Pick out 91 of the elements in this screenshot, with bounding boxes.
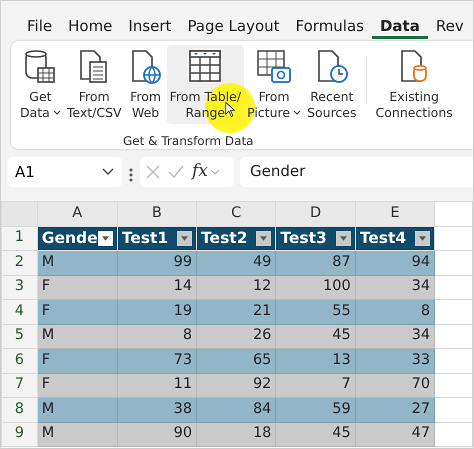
row-header[interactable]: 6	[2, 348, 38, 373]
row-header[interactable]: 4	[2, 300, 38, 324]
row-header[interactable]: 1	[2, 226, 38, 250]
table-cell: 94	[355, 250, 435, 275]
table-cell: 87	[276, 250, 356, 275]
row-header[interactable]: 9	[2, 422, 38, 446]
table-cell: 70	[355, 373, 435, 398]
table-cell: 19	[117, 300, 197, 324]
table-cell: 47	[355, 422, 435, 446]
table-cell: F	[37, 373, 118, 398]
table-cell: 99	[117, 250, 197, 275]
table-cell: 11	[117, 373, 197, 398]
ribbon-icon	[187, 47, 224, 85]
caret-icon	[260, 236, 268, 241]
table-cell: 65	[196, 348, 276, 373]
menu-tab[interactable]: Rev	[428, 5, 472, 39]
table-cell: 21	[196, 300, 276, 324]
column-header[interactable]: B	[117, 202, 197, 226]
caret-icon	[52, 110, 61, 116]
chevron-icon	[102, 168, 114, 176]
table-cell: F	[37, 348, 118, 373]
table-cell: 8	[355, 300, 435, 324]
row-header[interactable]: 8	[2, 398, 38, 422]
table-cell: 13	[276, 348, 356, 373]
group-label: Get & Transform Data	[122, 132, 254, 150]
column-header[interactable]: D	[276, 202, 356, 226]
ribbon-button[interactable]: Get Data	[17, 45, 64, 124]
table-cell: M	[37, 422, 118, 446]
menu-tab[interactable]: Page Layout	[179, 5, 288, 39]
menu-tab[interactable]: File	[19, 5, 60, 39]
table-header-cell-text: Test3	[280, 228, 327, 249]
table-cell: 45	[276, 422, 356, 446]
filter-button[interactable]	[415, 230, 430, 246]
table-cell: M	[37, 324, 118, 348]
row-header[interactable]: 7	[2, 373, 38, 398]
caret-icon	[340, 236, 347, 241]
table-cell: 33	[355, 348, 435, 373]
caret-icon	[293, 110, 302, 116]
table-header-cell-text: Test4	[360, 228, 406, 249]
table-cell: 90	[117, 422, 197, 446]
column-header[interactable]: E	[355, 202, 435, 226]
ribbon-button[interactable]: Existing Connections	[372, 45, 456, 149]
ribbon-button[interactable]: From Text/CSV	[64, 45, 125, 124]
menu-tab[interactable]: Insert	[120, 5, 180, 39]
insert-function-button[interactable]: fx	[192, 159, 208, 185]
column-header[interactable]: C	[196, 202, 276, 226]
table-cell: 14	[117, 275, 197, 300]
caret-icon	[419, 236, 426, 241]
table-cell: 92	[196, 373, 276, 398]
table-cell: 38	[117, 398, 197, 422]
table-header-cell-text: Test2	[201, 228, 248, 249]
name-box[interactable]: A1	[7, 157, 122, 187]
table-cell: F	[37, 300, 118, 324]
table-cell: 27	[355, 398, 435, 422]
table-cell: 34	[355, 324, 435, 348]
table-cell: 7	[276, 373, 356, 398]
filter-button[interactable]	[177, 230, 192, 246]
table-header-cell-text: Gende	[42, 228, 98, 249]
menu-tab[interactable]: Formulas	[288, 5, 372, 39]
table-cell: 49	[196, 250, 276, 275]
chevron-icon	[210, 169, 220, 175]
column-header[interactable]: A	[37, 202, 118, 226]
menu-tab[interactable]: Home	[60, 5, 120, 39]
table-cell: 34	[355, 275, 435, 300]
ribbon-button[interactable]: From Web	[124, 45, 167, 124]
caret-icon	[181, 236, 188, 241]
table-cell: 45	[276, 324, 356, 348]
table-cell: 8	[117, 324, 197, 348]
caret-icon	[102, 236, 109, 241]
row-header[interactable]: 3	[2, 275, 38, 300]
table-cell: M	[37, 398, 118, 422]
more-icon[interactable]	[128, 167, 134, 183]
formula-field[interactable]: Gender	[240, 157, 473, 187]
table-cell: M	[37, 250, 118, 275]
table-cell: 26	[196, 324, 276, 348]
table-header-cell-text: Test1	[122, 228, 168, 249]
table-cell: 100	[276, 275, 356, 300]
table-cell: 12	[196, 275, 276, 300]
row-header[interactable]: 2	[2, 250, 38, 275]
table-cell: 59	[276, 398, 356, 422]
table-cell: F	[37, 275, 118, 300]
pointer-icon	[224, 101, 236, 118]
row-header[interactable]: 5	[2, 324, 38, 348]
table-cell: 18	[196, 422, 276, 446]
table-cell: 55	[276, 300, 356, 324]
filter-button[interactable]	[336, 230, 351, 246]
filter-button[interactable]	[98, 230, 113, 246]
table-cell: 73	[117, 348, 197, 373]
table-cell: 84	[196, 398, 276, 422]
filter-button[interactable]	[256, 230, 272, 246]
ribbon-button[interactable]: Recent Sources	[304, 45, 360, 124]
